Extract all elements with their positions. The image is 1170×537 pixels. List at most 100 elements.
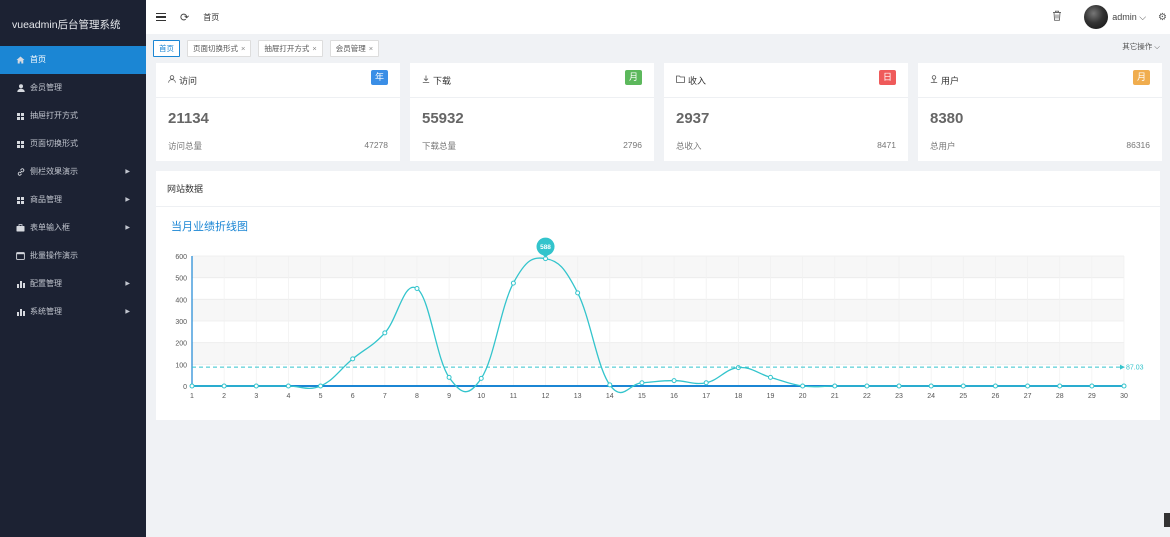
tab-0[interactable]: 首页 [153,39,180,57]
card-foot-value: 2796 [623,140,642,150]
period-badge: 日 [879,70,896,85]
close-icon[interactable]: × [369,44,373,53]
x-tick-label: 29 [1088,393,1096,400]
x-tick-label: 10 [477,393,485,400]
card-title: 用户 [941,75,960,86]
x-tick-label: 30 [1120,393,1128,400]
card-header: 下载 月 [410,63,654,98]
data-point [478,375,484,381]
sidebar-item-3[interactable]: 页面切换形式 [0,130,146,158]
breadcrumb: 首页 [203,12,220,22]
sidebar-item-label: 表单输入框 [30,223,70,232]
y-tick-label: 100 [175,362,187,369]
trash-icon[interactable] [1052,10,1062,24]
stat-card-0: 访问 年 21134 访问总量 47278 [156,63,400,161]
x-tick-label: 15 [638,393,646,400]
top-header: ⟳ 首页 admin ⌵ ⚙ [146,0,1170,34]
data-point [318,383,324,389]
x-tick-label: 21 [831,393,839,400]
tab-2[interactable]: 抽屉打开方式 × [258,39,323,57]
close-icon[interactable]: × [241,44,245,53]
scroll-handle[interactable] [1164,513,1170,527]
x-tick-label: 27 [1024,393,1032,400]
refresh-icon[interactable]: ⟳ [180,11,189,24]
data-point [285,383,291,389]
chevron-down-icon: ⌵ [1136,11,1147,22]
bar-chart-icon [14,280,27,288]
sidebar-item-label: 商品管理 [30,195,62,204]
data-point [1025,383,1031,389]
x-tick-label: 5 [319,393,323,400]
avatar[interactable] [1084,5,1109,29]
period-badge: 月 [625,70,642,85]
card-title: 访问 [179,75,198,86]
card-value: 55932 [422,110,464,127]
data-point [671,378,677,384]
tab-label: 页面切换形式 [193,43,238,53]
data-point [960,383,966,389]
grid-icon [14,112,27,120]
chevron-right-icon: ▶ [125,281,130,287]
card-foot-label: 总收入 [676,141,702,151]
stat-card-1: 下载 月 55932 下载总量 2796 [410,63,654,161]
sidebar-item-label: 抽屉打开方式 [30,111,78,120]
chevron-right-icon: ▶ [125,197,130,203]
x-tick-label: 9 [447,393,451,400]
tab-3[interactable]: 会员管理 × [329,39,380,57]
sidebar-item-label: 页面切换形式 [30,139,78,148]
data-point [1089,383,1095,389]
data-point [1121,383,1127,389]
card-header: 用户 月 [918,63,1162,98]
sidebar-item-label: 配置管理 [30,279,62,288]
menu-toggle-icon[interactable] [156,12,166,22]
sidebar-item-7[interactable]: 批量操作演示 [0,242,146,270]
sidebar-item-1[interactable]: 会员管理 [0,74,146,102]
gear-icon[interactable]: ⚙ [1158,12,1167,23]
app-title: vueadmin后台管理系统 [12,19,121,31]
card-foot-value: 86316 [1126,140,1150,150]
sidebar-item-9[interactable]: 系统管理 ▶ [0,298,146,326]
data-point [253,383,259,389]
x-tick-label: 11 [510,393,517,400]
period-badge: 年 [371,70,388,85]
download-icon [422,75,430,85]
data-point [1057,383,1063,389]
sidebar-item-2[interactable]: 抽屉打开方式 [0,102,146,130]
other-ops-label: 其它操作 [1122,42,1153,51]
x-tick-label: 7 [383,393,387,400]
data-point [607,382,613,388]
close-icon[interactable]: × [312,44,316,53]
sidebar-item-label: 侧栏效果演示 [30,167,78,176]
card-footer: 访问总量 47278 [168,140,388,152]
data-point [832,383,838,389]
card-foot-label: 下载总量 [422,141,457,151]
y-tick-label: 400 [175,297,187,304]
data-point [928,383,934,389]
x-tick-label: 12 [542,393,550,400]
data-point [446,374,452,380]
sidebar-item-4[interactable]: 侧栏效果演示 ▶ [0,158,146,186]
card-value: 2937 [676,110,710,127]
sidebar-item-5[interactable]: 商品管理 ▶ [0,186,146,214]
card-value: 21134 [168,110,209,127]
x-tick-label: 22 [863,393,871,400]
data-point [350,356,356,362]
sidebar-item-8[interactable]: 配置管理 ▶ [0,270,146,298]
grid-band [192,299,1124,321]
sidebar-item-6[interactable]: 表单输入框 ▶ [0,214,146,242]
bar-chart-icon [14,308,27,316]
sidebar-item-0[interactable]: 首页 [0,46,146,74]
x-tick-label: 18 [734,393,742,400]
other-ops-dropdown[interactable]: 其它操作 ⌵ [1122,41,1160,52]
tab-1[interactable]: 页面切换形式 × [187,39,252,57]
briefcase-icon [14,224,27,232]
y-tick-label: 600 [175,254,187,261]
tab-bar: 首页 页面切换形式 × 抽屉打开方式 × 会员管理 × 其它操作 ⌵ [146,38,1170,58]
data-point [639,380,645,386]
y-tick-label: 0 [183,384,187,391]
user-menu[interactable]: admin ⌵ [1112,12,1146,23]
link-icon [14,168,27,176]
x-tick-label: 24 [927,393,935,400]
data-point [221,383,227,389]
card-foot-value: 8471 [877,140,896,150]
